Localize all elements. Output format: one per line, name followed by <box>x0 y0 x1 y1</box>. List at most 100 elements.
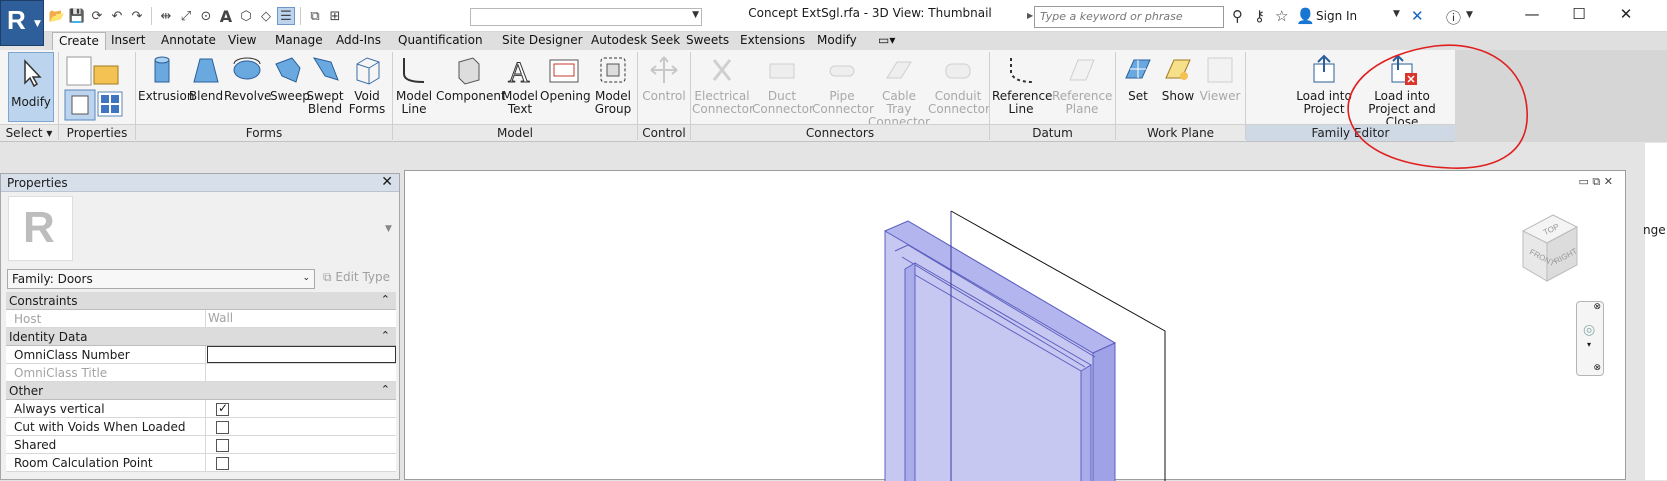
tab-site-designer[interactable]: Site Designer <box>496 32 589 50</box>
set-work-plane-button[interactable]: Set <box>1118 52 1158 124</box>
settings-icon[interactable]: ⊗ <box>1593 363 1601 373</box>
tab-modify[interactable]: Modify <box>811 32 863 50</box>
close-icon[interactable]: ✕ <box>381 174 393 190</box>
subscription-icon[interactable]: ⚷ <box>1254 7 1265 25</box>
tab-autodesk-seek[interactable]: Autodesk Seek <box>585 32 686 50</box>
minimize-button[interactable]: — <box>1510 2 1554 28</box>
sync-icon[interactable]: ⟳ <box>88 7 106 25</box>
show-work-plane-button[interactable]: Show <box>1158 52 1198 124</box>
user-icon[interactable]: 👤 <box>1296 7 1315 25</box>
application-menu-button[interactable]: R ▼ <box>0 0 44 46</box>
chevron-down-icon[interactable]: ▾ <box>1587 340 1591 349</box>
search-input[interactable]: Type a keyword or phrase <box>1034 6 1224 28</box>
save-icon[interactable]: 💾 <box>68 7 86 25</box>
type-preview-image: R <box>8 196 73 261</box>
property-name: Room Calculation Point <box>6 454 206 471</box>
qat-customize-dropdown[interactable]: ▼ <box>470 8 702 26</box>
extrusion-label: Extrusion <box>138 89 195 103</box>
extrusion-button[interactable]: Extrusion <box>138 52 195 124</box>
tab-manage[interactable]: Manage <box>269 32 329 50</box>
redo-icon[interactable]: ↷ <box>128 7 146 25</box>
room-calculation-point-checkbox[interactable] <box>216 457 229 470</box>
thin-lines-icon[interactable]: ☰ <box>277 7 295 25</box>
model-line-button[interactable]: Model Line <box>396 52 432 124</box>
edit-type-button[interactable]: ⧉ Edit Type <box>323 270 390 285</box>
collapse-icon: ⌃ <box>380 329 390 342</box>
show-label: Show <box>1161 89 1195 103</box>
pipe-connector-button[interactable]: Pipe Connector <box>812 52 874 124</box>
group-identity-data[interactable]: Identity Data ⌃ <box>6 328 396 346</box>
property-row: Shared <box>6 436 396 454</box>
family-selector-value: Family: Doors <box>12 272 93 286</box>
view-cube[interactable]: TOP FRONT RIGHT <box>1513 209 1603 289</box>
binoculars-icon[interactable]: ⚲ <box>1232 7 1243 25</box>
switch-windows-icon[interactable]: ⊞ <box>326 7 344 25</box>
viewer-button[interactable]: Viewer <box>1198 52 1242 124</box>
tab-insert[interactable]: Insert <box>105 32 151 50</box>
chevron-down-icon[interactable]: ▼ <box>1393 9 1400 19</box>
family-type-selector[interactable]: Family: Doors ⌄ <box>7 269 315 289</box>
blend-button[interactable]: Blend <box>188 52 224 124</box>
dimension-icon[interactable]: ⤢ <box>177 7 195 25</box>
group-other[interactable]: Other ⌃ <box>6 382 396 400</box>
chevron-down-icon[interactable]: ▼ <box>385 224 392 234</box>
3d-view-canvas[interactable]: ▭ ⧉ ✕ TOP FRONT RIGHT ⊗ ◎ ▾ ⊗ <box>404 170 1626 481</box>
electrical-connector-button[interactable]: Electrical Connector <box>692 52 754 124</box>
steering-wheel-icon[interactable]: ◎ <box>1583 322 1595 338</box>
navigation-bar[interactable]: ⊗ ◎ ▾ ⊗ <box>1576 301 1604 376</box>
model-group-button[interactable]: Model Group <box>592 52 634 124</box>
duct-connector-label: Duct Connector <box>752 89 814 116</box>
cable-tray-connector-button[interactable]: Cable Tray Connector <box>868 52 930 129</box>
group-label: Identity Data <box>9 330 88 344</box>
family-types-icon[interactable] <box>64 54 130 122</box>
reference-line-button[interactable]: Reference Line <box>992 52 1052 124</box>
shared-checkbox[interactable] <box>216 439 229 452</box>
control-button[interactable]: Control <box>640 52 688 124</box>
omniclass-number-input[interactable] <box>206 346 396 363</box>
tag-icon[interactable]: ⊙ <box>197 7 215 25</box>
modify-button[interactable]: Modify <box>8 52 54 122</box>
expand-search-icon[interactable]: ▶ <box>1027 11 1033 20</box>
undo-icon[interactable]: ↶ <box>108 7 126 25</box>
group-constraints[interactable]: Constraints ⌃ <box>6 292 396 310</box>
exchange-apps-icon[interactable]: ✕ <box>1411 7 1424 25</box>
section-icon[interactable]: ◇ <box>257 7 275 25</box>
duct-connector-button[interactable]: Duct Connector <box>752 52 814 124</box>
tab-sweets[interactable]: Sweets <box>680 32 735 50</box>
sign-in-link[interactable]: Sign In <box>1316 9 1357 23</box>
help-icon[interactable]: ⓘ <box>1446 7 1461 28</box>
maximize-button[interactable]: ☐ <box>1557 2 1601 28</box>
void-forms-button[interactable]: Void Forms <box>348 52 386 124</box>
tab-create[interactable]: Create <box>52 32 106 50</box>
conduit-connector-button[interactable]: Conduit Connector <box>928 52 990 124</box>
component-button[interactable]: Component <box>436 52 506 124</box>
tab-annotate[interactable]: Annotate <box>155 32 222 50</box>
ribbon-display-toggle[interactable]: ▭▾ <box>872 32 901 50</box>
close-window-button[interactable]: ✕ <box>1604 2 1648 28</box>
title-bar: 📂 💾 ⟳ ↶ ↷ ⇹ ⤢ ⊙ A ⬡ ◇ ☰ ⧉ ⊞ ▼ Concept Ex… <box>0 0 1667 32</box>
open-icon[interactable]: 📂 <box>48 7 66 25</box>
3d-view-icon[interactable]: ⬡ <box>237 7 255 25</box>
tab-quantification[interactable]: Quantification <box>392 32 489 50</box>
sweep-button[interactable]: Sweep <box>270 52 310 124</box>
chevron-down-icon[interactable]: ▼ <box>1466 10 1473 20</box>
measure-icon[interactable]: ⇹ <box>157 7 175 25</box>
red-circle-annotation <box>1347 44 1528 169</box>
swept-blend-button[interactable]: Swept Blend <box>306 52 344 124</box>
cut-with-voids-checkbox[interactable] <box>216 421 229 434</box>
close-hidden-icon[interactable]: ⧉ <box>306 7 324 25</box>
tab-add-ins[interactable]: Add-Ins <box>330 32 387 50</box>
edit-field[interactable] <box>207 346 396 363</box>
close-icon[interactable]: ⊗ <box>1593 302 1601 312</box>
always-vertical-checkbox[interactable] <box>216 401 229 416</box>
tab-view[interactable]: View <box>222 32 262 50</box>
favorites-star-icon[interactable]: ☆ <box>1275 7 1288 25</box>
tab-extensions[interactable]: Extensions <box>734 32 811 50</box>
model-text-button[interactable]: A Model Text <box>500 52 540 124</box>
text-icon[interactable]: A <box>217 7 235 26</box>
reference-plane-button[interactable]: Reference Plane <box>1052 52 1112 124</box>
property-name: Host <box>6 310 206 327</box>
revolve-button[interactable]: Revolve <box>224 52 271 124</box>
opening-button[interactable]: Opening <box>540 52 591 124</box>
panel-select[interactable]: Select ▾ <box>0 124 58 141</box>
